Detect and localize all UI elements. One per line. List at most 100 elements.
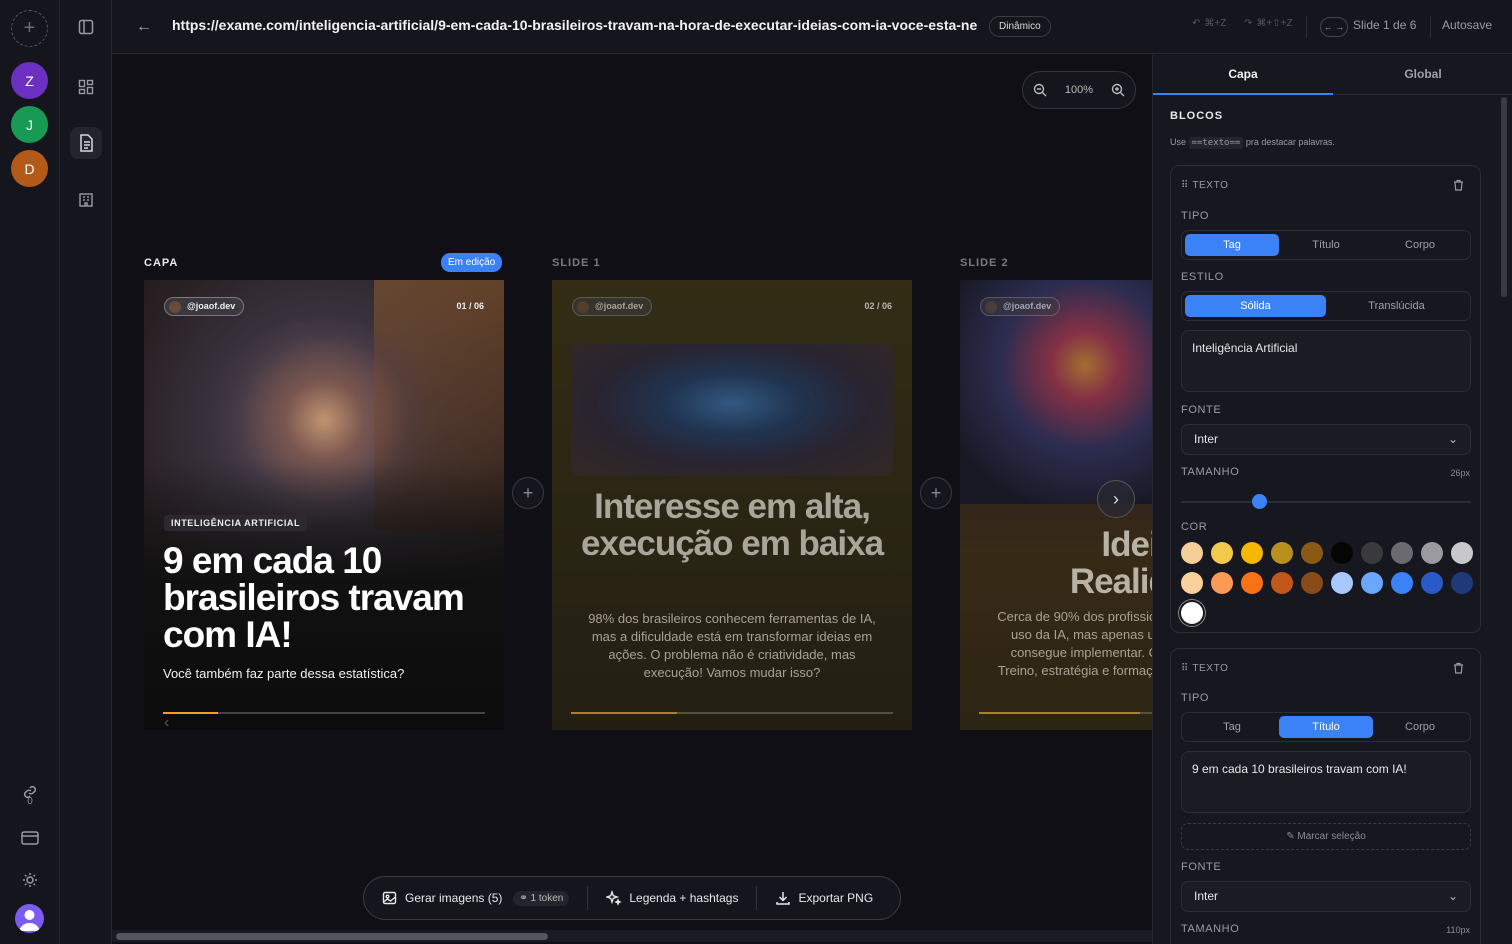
workspace-avatar-j[interactable]: J: [11, 106, 48, 143]
progress-bar: [979, 712, 1152, 714]
color-swatch[interactable]: [1391, 542, 1413, 564]
theme-sun-icon[interactable]: [18, 868, 42, 892]
color-swatch[interactable]: [1211, 572, 1233, 594]
mark-selection-button[interactable]: ✎ Marcar seleção: [1181, 823, 1471, 850]
estilo-option-translucida[interactable]: Translúcida: [1326, 295, 1467, 317]
tipo-option-corpo[interactable]: Corpo: [1373, 234, 1467, 256]
download-icon: [775, 890, 791, 906]
color-swatch[interactable]: [1301, 542, 1323, 564]
zoom-in-icon[interactable]: [1111, 83, 1125, 97]
grid-view-icon[interactable]: [74, 75, 98, 99]
slides-canvas[interactable]: 100% CAPA Em edição SLIDE 1 SLIDE 2 ‹ @j…: [112, 55, 1152, 944]
generate-images-button[interactable]: Gerar imagens (5) ⚭ 1 token: [364, 886, 587, 910]
color-swatch[interactable]: [1361, 542, 1383, 564]
user-avatar[interactable]: [15, 904, 44, 933]
image-sparkle-icon: [382, 890, 398, 906]
workspace-avatar-z[interactable]: Z: [11, 62, 48, 99]
color-swatch[interactable]: [1451, 572, 1473, 594]
color-swatch[interactable]: [1331, 542, 1353, 564]
toggle-sidebar-icon[interactable]: [74, 15, 98, 39]
back-arrow-icon[interactable]: ←: [136, 15, 156, 39]
prev-arrow-icon[interactable]: ‹: [164, 714, 169, 730]
add-workspace-button[interactable]: +: [11, 10, 48, 47]
add-slide-button[interactable]: +: [512, 477, 544, 509]
slide-title[interactable]: 9 em cada 10 brasileiros travam com IA!: [163, 542, 493, 653]
font-select[interactable]: Inter ⌄: [1181, 424, 1471, 455]
color-swatch[interactable]: [1211, 542, 1233, 564]
tipo-option-titulo[interactable]: Título: [1279, 716, 1373, 738]
slide-nav-pill[interactable]: ← →: [1320, 17, 1348, 37]
drag-handle-icon[interactable]: ⠿: [1181, 180, 1189, 191]
add-slide-button[interactable]: +: [920, 477, 952, 509]
caption-hashtags-label: Legenda + hashtags: [629, 891, 739, 905]
export-png-button[interactable]: Exportar PNG: [756, 886, 891, 910]
mark-selection-label: Marcar seleção: [1297, 831, 1366, 842]
billing-card-icon[interactable]: [18, 826, 42, 850]
scrollbar-thumb[interactable]: [116, 933, 548, 940]
undo-button[interactable]: ↶ ⌘+Z: [1192, 18, 1226, 29]
slide-card-1[interactable]: @joaof.dev 02 / 06 Interesse em alta, ex…: [552, 280, 912, 730]
vertical-scrollbar[interactable]: [1501, 97, 1507, 297]
zoom-level: 100%: [1064, 84, 1094, 96]
tipo-option-tag[interactable]: Tag: [1185, 716, 1279, 738]
zoom-out-icon[interactable]: [1033, 83, 1047, 97]
estilo-option-solida[interactable]: Sólida: [1185, 295, 1326, 317]
slide-title: Interesse em alta, execução em baixa: [580, 487, 884, 563]
drag-handle-icon[interactable]: ⠿: [1181, 663, 1189, 674]
color-swatch[interactable]: [1301, 572, 1323, 594]
color-swatch[interactable]: [1181, 572, 1203, 594]
tipo-label: TIPO: [1181, 210, 1210, 222]
building-icon[interactable]: [74, 187, 98, 211]
block-header: ⠿ TEXTO: [1181, 663, 1228, 674]
caption-hashtags-button[interactable]: Legenda + hashtags: [587, 886, 756, 910]
top-bar: ← https://exame.com/inteligencia-artific…: [112, 0, 1512, 54]
redo-button[interactable]: ↷ ⌘+⇧+Z: [1244, 18, 1293, 29]
document-icon[interactable]: [70, 127, 102, 159]
active-tab-underline: [1153, 93, 1333, 95]
estilo-label: ESTILO: [1181, 271, 1224, 283]
progress-fill: [979, 712, 1140, 714]
highlighter-icon: ✎: [1286, 831, 1295, 842]
color-swatch[interactable]: [1451, 542, 1473, 564]
slide-card-capa[interactable]: ‹ @joaof.dev 01 / 06 INTELIGÊNCIA ARTIFI…: [144, 280, 504, 730]
mode-badge[interactable]: Dinâmico: [989, 16, 1051, 37]
workspace-avatar-d[interactable]: D: [11, 150, 48, 187]
tipo-option-corpo[interactable]: Corpo: [1373, 716, 1467, 738]
progress-fill: [571, 712, 678, 714]
next-slide-button[interactable]: ›: [1097, 480, 1135, 518]
color-swatch[interactable]: [1391, 572, 1413, 594]
delete-block-icon[interactable]: [1453, 179, 1464, 191]
color-swatch[interactable]: [1181, 602, 1203, 624]
tipo-option-tag[interactable]: Tag: [1185, 234, 1279, 256]
color-swatch[interactable]: [1181, 542, 1203, 564]
size-value: 26px: [1450, 468, 1470, 478]
slide-body: Cerca de 90% dos profissionais já fazem …: [997, 609, 1152, 678]
tab-capa[interactable]: Capa: [1153, 67, 1333, 81]
color-swatch[interactable]: [1361, 572, 1383, 594]
color-swatch[interactable]: [1271, 572, 1293, 594]
block-text-input[interactable]: 9 em cada 10 brasileiros travam com IA!: [1181, 751, 1471, 813]
color-swatch[interactable]: [1331, 572, 1353, 594]
text-block-tag: ⠿ TEXTO TIPO Tag Título Corpo ESTILO Sól…: [1170, 165, 1481, 633]
font-select-value: Inter: [1194, 889, 1219, 903]
color-swatch[interactable]: [1421, 542, 1443, 564]
color-swatch[interactable]: [1241, 572, 1263, 594]
tipo-segmented-control: Tag Título Corpo: [1181, 230, 1471, 260]
horizontal-scrollbar[interactable]: [112, 930, 1152, 942]
color-swatch[interactable]: [1271, 542, 1293, 564]
size-slider[interactable]: [1181, 494, 1471, 509]
slider-thumb[interactable]: [1252, 494, 1268, 509]
estilo-segmented-control: Sólida Translúcida: [1181, 291, 1471, 321]
slide-subtitle[interactable]: Você também faz parte dessa estatística?: [163, 666, 404, 681]
slide-tag[interactable]: INTELIGÊNCIA ARTIFICIAL: [164, 515, 308, 531]
delete-block-icon[interactable]: [1453, 662, 1464, 674]
slide-number: 01 / 06: [456, 301, 484, 311]
block-text-input[interactable]: Inteligência Artificial: [1181, 330, 1471, 392]
tipo-option-titulo[interactable]: Título: [1279, 234, 1373, 256]
tab-global[interactable]: Global: [1333, 67, 1512, 81]
text-block-titulo: ⠿ TEXTO TIPO Tag Título Corpo 9 em cada …: [1170, 648, 1481, 944]
color-swatch[interactable]: [1241, 542, 1263, 564]
author-handle: @joaof.dev: [980, 297, 1061, 316]
font-select[interactable]: Inter ⌄: [1181, 881, 1471, 912]
color-swatch[interactable]: [1421, 572, 1443, 594]
